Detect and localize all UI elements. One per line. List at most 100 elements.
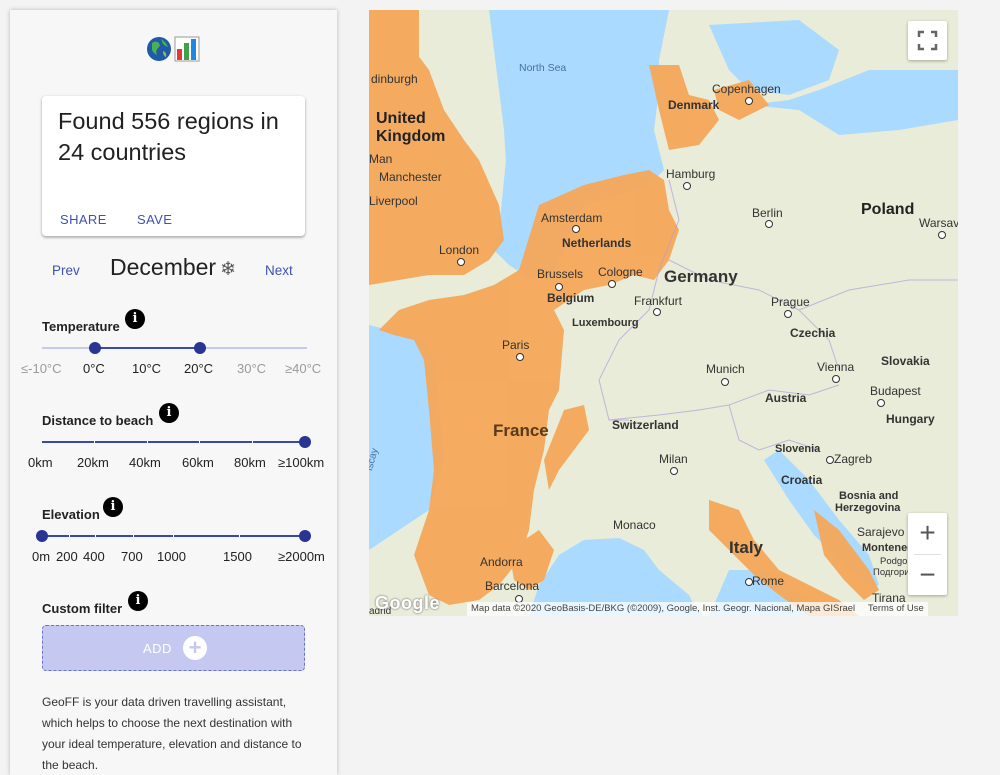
results-card: Found 556 regions in 24 countries SHARE …	[42, 96, 305, 236]
map-label-france: France	[493, 421, 549, 440]
share-button[interactable]: SHARE	[60, 212, 107, 227]
elevation-tick: 400	[83, 549, 105, 564]
save-button[interactable]: SAVE	[137, 212, 172, 227]
map-label-munich: Munich	[706, 362, 745, 376]
map-label-netherlands: Netherlands	[562, 236, 632, 250]
map-label-sarajevo: Sarajevo	[857, 525, 905, 539]
elevation-tick: 200	[56, 549, 78, 564]
map-label-brussels: Brussels	[537, 267, 584, 281]
map-dot-rome	[745, 578, 753, 586]
map-dot-cologne	[608, 280, 616, 288]
distance-info-icon[interactable]: i	[159, 403, 179, 423]
bar-chart-icon	[174, 36, 200, 62]
map-label-paris: Paris	[502, 338, 530, 352]
elevation-min-thumb[interactable]	[36, 530, 48, 542]
app-description: GeoFF is your data driven travelling ass…	[42, 695, 302, 772]
elevation-tick: 1000	[157, 549, 186, 564]
add-filter-button[interactable]: ADD +	[42, 625, 305, 671]
map-view[interactable]: dinburgh North Sea Copenhagen Denmark Un…	[369, 10, 958, 616]
globe-icon	[147, 37, 171, 61]
temperature-tick: 10°C	[132, 361, 162, 376]
map-label-zagreb: Zagreb	[834, 452, 873, 466]
map-label-monaco: Monaco	[613, 518, 656, 532]
next-month-button[interactable]: Next	[265, 263, 293, 278]
map-label-manchester: Manchester	[379, 170, 442, 184]
temperature-label: Temperature	[42, 319, 120, 334]
add-filter-label: ADD	[143, 641, 172, 656]
map-label-amsterdam: Amsterdam	[541, 211, 603, 225]
temperature-min-thumb[interactable]	[89, 342, 101, 354]
map-label-copenhagen: Copenhagen	[712, 82, 781, 96]
custom-filter-info-icon[interactable]: i	[128, 591, 148, 611]
map-label-germany: Germany	[664, 267, 738, 286]
map-label-belgium: Belgium	[547, 291, 595, 305]
distance-tick: 40km	[129, 455, 161, 470]
elevation-tick: 700	[121, 549, 143, 564]
distance-tick: 80km	[234, 455, 266, 470]
attribution-text: Map data ©2020 GeoBasis-DE/BKG (©2009), …	[471, 603, 856, 614]
temperature-tick: 0°C	[83, 361, 105, 376]
map-label-united-kingdom: Kingdom	[376, 128, 446, 145]
snowflake-icon: ❄	[220, 259, 237, 280]
temperature-tick: 20°C	[184, 361, 214, 376]
prev-month-button[interactable]: Prev	[52, 263, 80, 278]
map-label-united-kingdom: United	[376, 110, 426, 127]
distance-slider-tick	[94, 441, 95, 443]
fullscreen-button[interactable]	[908, 21, 947, 60]
map-dot-london	[457, 258, 465, 266]
elevation-tick: ≥2000m	[278, 549, 325, 564]
map-dot-copenhagen	[745, 97, 753, 105]
map-dot-milan	[670, 467, 678, 475]
map-label-hungary: Hungary	[886, 412, 935, 426]
elevation-slider-tick	[173, 535, 174, 537]
map-dot-zagreb	[826, 456, 834, 464]
distance-slider-tick	[147, 441, 148, 443]
distance-tick: 60km	[182, 455, 214, 470]
distance-slider-tick	[199, 441, 200, 443]
map-label-croatia: Croatia	[781, 473, 823, 487]
custom-filter-label: Custom filter	[42, 601, 123, 616]
map-label-slovenia: Slovenia	[775, 443, 821, 455]
map-label-czechia: Czechia	[790, 326, 836, 340]
map-label-poland: Poland	[861, 201, 915, 218]
zoom-in-button[interactable]: +	[908, 513, 947, 553]
map-label-montenegro: Monteneg	[862, 542, 914, 554]
map-dot-berlin	[765, 220, 773, 228]
elevation-max-thumb[interactable]	[299, 530, 311, 542]
elevation-info-icon[interactable]: i	[103, 497, 123, 517]
map-dot-frankfurt	[653, 308, 661, 316]
map-label-bosnia: Herzegovina	[835, 502, 901, 514]
map-dot-budapest	[877, 399, 885, 407]
map-label-denmark: Denmark	[668, 98, 720, 112]
map-dot-paris	[516, 353, 524, 361]
elevation-slider-tick	[239, 535, 240, 537]
temperature-max-thumb[interactable]	[194, 342, 206, 354]
sidebar: Found 556 regions in 24 countries SHARE …	[10, 10, 337, 775]
map-dot-vienna	[832, 375, 840, 383]
elevation-slider-tick	[95, 535, 96, 537]
terms-link[interactable]: Terms of Use	[868, 603, 924, 614]
zoom-out-button[interactable]: −	[908, 555, 947, 595]
google-logo: Google	[375, 593, 440, 613]
elevation-slider-tick	[69, 535, 70, 537]
map-dot-hamburg	[683, 182, 691, 190]
map-dot-munich	[721, 378, 729, 386]
temperature-info-icon[interactable]: i	[125, 309, 145, 329]
distance-slider-track[interactable]	[42, 441, 305, 443]
current-month: December ❄	[110, 254, 236, 281]
map-dot-amsterdam	[572, 225, 580, 233]
temperature-tick: 30°C	[237, 361, 267, 376]
temperature-tick: ≤-10°C	[21, 361, 62, 376]
map-label-warsaw: Warsav	[919, 216, 958, 230]
map-label-berlin: Berlin	[752, 206, 783, 220]
map-label-liverpool: Liverpool	[369, 194, 418, 208]
distance-thumb[interactable]	[299, 436, 311, 448]
map-label-hamburg: Hamburg	[666, 167, 716, 181]
map-attribution: Map data ©2020 GeoBasis-DE/BKG (©2009), …	[467, 602, 928, 616]
map-label-bosnia: Bosnia and	[839, 490, 899, 502]
map-label-vienna: Vienna	[817, 360, 855, 374]
map-label-barcelona: Barcelona	[485, 579, 540, 593]
plus-icon: +	[183, 636, 207, 660]
distance-label: Distance to beach	[42, 413, 154, 428]
app-logo	[147, 36, 200, 62]
